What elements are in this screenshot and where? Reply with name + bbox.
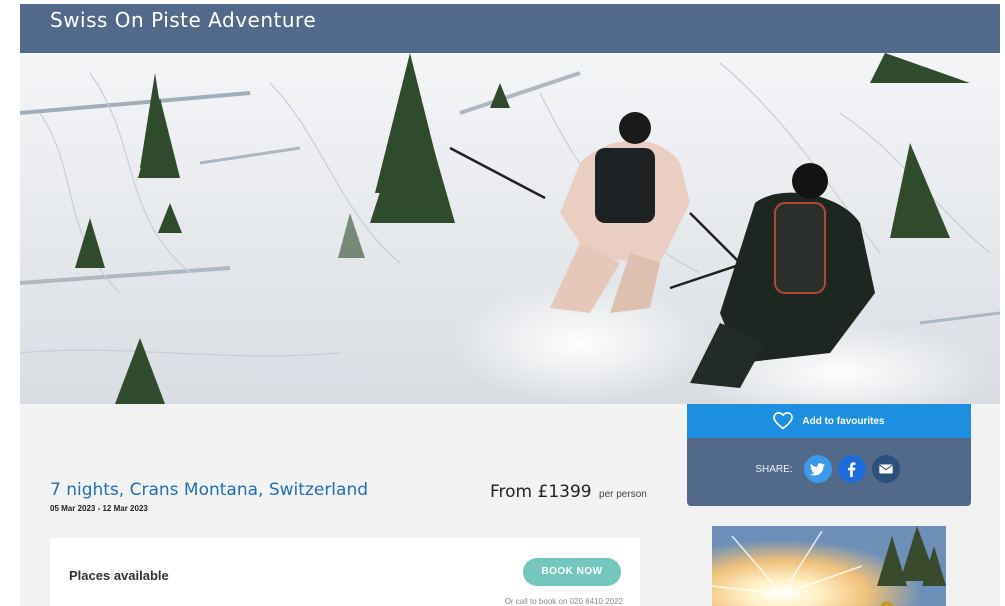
share-label: SHARE: [755, 463, 793, 475]
page-title: Swiss On Piste Adventure [50, 8, 317, 32]
heart-icon [773, 412, 794, 430]
email-share-button[interactable] [871, 455, 900, 483]
favourites-share-panel: Add to favourites SHARE: [687, 404, 971, 506]
trip-title: 7 nights, Crans Montana, Switzerland [50, 480, 369, 500]
book-now-button[interactable]: BOOK NOW [523, 558, 621, 586]
facebook-icon [848, 461, 856, 477]
hero-image [20, 53, 1000, 404]
promo-image [712, 526, 946, 606]
email-icon [878, 464, 893, 474]
trip-page: Swiss On Piste Adventure 7 nights, Crans… [20, 4, 1000, 606]
page-header: Swiss On Piste Adventure [20, 4, 1000, 53]
trip-price: From £1399 per person [490, 482, 647, 502]
trip-dates: 05 Mar 2023 - 12 Mar 2023 [50, 504, 148, 513]
price-amount: From £1399 [490, 482, 592, 502]
places-available-label: Places available [69, 568, 169, 583]
promo-illustration [712, 526, 946, 606]
add-to-favourites-label: Add to favourites [802, 415, 885, 427]
add-to-favourites-button[interactable]: Add to favourites [687, 404, 971, 438]
twitter-icon [810, 462, 826, 475]
hero-illustration [20, 53, 1000, 404]
booking-box: Places available BOOK NOW Or call to boo… [50, 538, 640, 606]
twitter-share-button[interactable] [803, 455, 832, 483]
call-to-book-text: Or call to book on 020 8410 2022 [504, 597, 623, 606]
price-unit: per person [599, 489, 647, 500]
facebook-share-button[interactable] [837, 455, 866, 483]
share-bar: SHARE: [687, 452, 971, 486]
